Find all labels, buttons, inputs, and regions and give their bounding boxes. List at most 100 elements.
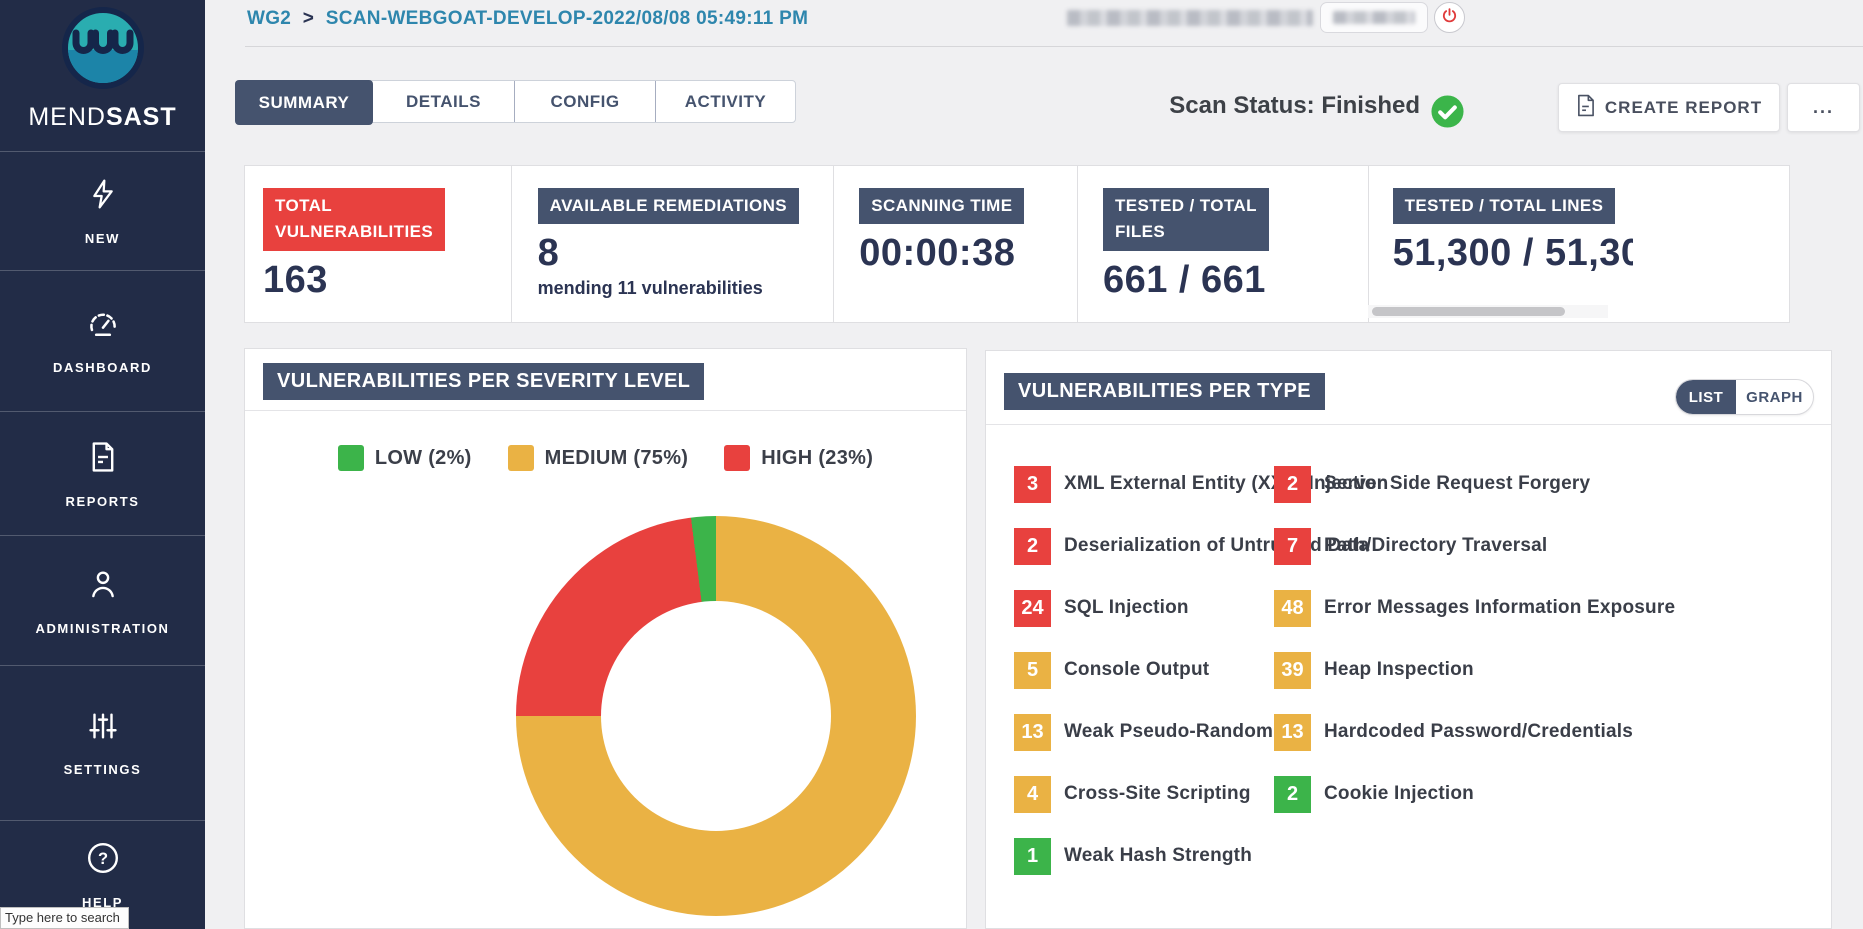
type-label: Error Messages Information Exposure <box>1324 597 1675 619</box>
sliders-icon <box>85 709 121 748</box>
sidebar-item-new[interactable]: NEW <box>0 151 205 270</box>
sidebar-menu: NEW DASHBOARD REPORTS ADMINISTRATION SETTING… <box>0 151 205 929</box>
sidebar-item-label: ADMINISTRATION <box>35 621 169 636</box>
tab-details[interactable]: DETAILS <box>373 81 515 122</box>
stat-card: TESTED / TOTALFILES 661 / 661 <box>1077 166 1368 322</box>
stat-card-value: 8 <box>538 232 818 275</box>
redacted-account-text <box>1067 10 1313 26</box>
type-count-badge: 39 <box>1274 652 1311 689</box>
type-count-badge: 1 <box>1014 838 1051 875</box>
type-panel-header: VULNERABILITIES PER TYPE LIST GRAPH <box>986 351 1831 425</box>
type-count-badge: 3 <box>1014 466 1051 503</box>
sidebar-item-settings[interactable]: SETTINGS <box>0 665 205 820</box>
type-count-badge: 48 <box>1274 590 1311 627</box>
type-row[interactable]: 39 Heap Inspection <box>1274 652 1675 714</box>
scan-tabs: SUMMARYDETAILSCONFIGACTIVITY <box>235 80 796 123</box>
type-row[interactable]: 48 Error Messages Information Exposure <box>1274 590 1675 652</box>
scan-stat-cards: TOTALVULNERABILITIES163AVAILABLE REMEDIA… <box>244 165 1790 323</box>
account-menu-button[interactable] <box>1320 2 1428 33</box>
breadcrumb-separator: > <box>297 8 320 29</box>
type-label: Heap Inspection <box>1324 659 1474 681</box>
stat-card-title: SCANNING TIME <box>859 188 1024 224</box>
type-row[interactable]: 1 Weak Hash Strength <box>1014 838 1388 900</box>
stat-card-title: TESTED / TOTALFILES <box>1103 188 1269 251</box>
help-icon: ? <box>85 840 121 881</box>
legend-label: MEDIUM (75%) <box>545 447 689 470</box>
type-row[interactable]: 2 Cookie Injection <box>1274 776 1675 838</box>
legend-swatch <box>338 445 364 471</box>
breadcrumb: WG2 > SCAN-WEBGOAT-DEVELOP-2022/08/08 05… <box>247 8 808 30</box>
more-options-button[interactable]: ... <box>1787 83 1860 132</box>
create-report-button[interactable]: CREATE REPORT <box>1558 83 1780 132</box>
sidebar-item-label: DASHBOARD <box>53 360 152 375</box>
sidebar-item-label: REPORTS <box>65 494 139 509</box>
type-count-badge: 2 <box>1274 466 1311 503</box>
type-row[interactable]: 7 Path/Directory Traversal <box>1274 528 1675 590</box>
severity-donut-chart <box>516 516 916 916</box>
severity-panel-header: VULNERABILITIES PER SEVERITY LEVEL <box>245 349 966 411</box>
legend-swatch <box>508 445 534 471</box>
tab-config[interactable]: CONFIG <box>515 81 656 122</box>
type-label: Server Side Request Forgery <box>1324 473 1590 495</box>
stat-card-value: 661 / 661 <box>1103 259 1352 302</box>
type-count-badge: 5 <box>1014 652 1051 689</box>
type-column-1: 2 Server Side Request Forgery 7 Path/Direct… <box>1274 466 1675 838</box>
sidebar: MENDSAST NEW DASHBOARD REPORTS ADMINISTRATI… <box>0 0 205 929</box>
logout-button[interactable] <box>1434 2 1465 33</box>
tab-activity[interactable]: ACTIVITY <box>656 81 795 122</box>
legend-item-low: LOW (2%) <box>338 445 472 471</box>
brand: MENDSAST <box>0 0 205 151</box>
breadcrumb-scan-name: SCAN-WEBGOAT-DEVELOP-2022/08/08 05:49:11… <box>326 8 808 29</box>
type-row[interactable]: 2 Server Side Request Forgery <box>1274 466 1675 528</box>
severity-panel-title: VULNERABILITIES PER SEVERITY LEVEL <box>263 363 704 400</box>
sidebar-item-dashboard[interactable]: DASHBOARD <box>0 270 205 411</box>
list-graph-toggle: LIST GRAPH <box>1675 379 1814 415</box>
type-count-badge: 13 <box>1014 714 1051 751</box>
gauge-icon <box>84 307 122 346</box>
stat-card-value: 00:00:38 <box>859 232 1061 275</box>
stat-card: SCANNING TIME 00:00:38 <box>833 166 1077 322</box>
sidebar-item-reports[interactable]: REPORTS <box>0 411 205 535</box>
breadcrumb-project-link[interactable]: WG2 <box>247 8 291 29</box>
sidebar-item-administration[interactable]: ADMINISTRATION <box>0 535 205 665</box>
stat-card-title: TOTALVULNERABILITIES <box>263 188 445 251</box>
sidebar-item-label: SETTINGS <box>64 762 142 777</box>
stat-card-subtext: mending 11 vulnerabilities <box>538 278 818 299</box>
legend-item-high: HIGH (23%) <box>724 445 873 471</box>
sidebar-item-label: NEW <box>85 231 120 246</box>
svg-text:?: ? <box>97 850 107 868</box>
type-label: SQL Injection <box>1064 597 1189 619</box>
stat-card-title: TESTED / TOTAL LINES <box>1393 188 1616 224</box>
type-panel: VULNERABILITIES PER TYPE LIST GRAPH 3XML… <box>985 350 1832 929</box>
type-count-badge: 2 <box>1274 776 1311 813</box>
type-label: Weak Pseudo-Random <box>1064 721 1273 743</box>
scrollbar-thumb[interactable] <box>1372 307 1565 316</box>
type-label: Path/Directory Traversal <box>1324 535 1547 557</box>
tab-summary[interactable]: SUMMARY <box>235 80 373 125</box>
severity-legend: LOW (2%) MEDIUM (75%) HIGH (23%) <box>245 445 966 471</box>
lightning-icon <box>87 176 119 217</box>
type-label: Weak Hash Strength <box>1064 845 1252 867</box>
legend-item-medium: MEDIUM (75%) <box>508 445 689 471</box>
create-report-label: CREATE REPORT <box>1605 98 1762 118</box>
legend-swatch <box>724 445 750 471</box>
redacted-username <box>1333 11 1415 24</box>
scan-status: Scan Status: Finished <box>1100 92 1420 120</box>
user-icon <box>86 566 120 607</box>
type-label: Cookie Injection <box>1324 783 1474 805</box>
toggle-list-button[interactable]: LIST <box>1676 380 1736 414</box>
check-circle-icon <box>1430 94 1465 129</box>
type-count-badge: 13 <box>1274 714 1311 751</box>
legend-label: HIGH (23%) <box>761 447 873 470</box>
power-icon <box>1441 7 1458 29</box>
toggle-graph-button[interactable]: GRAPH <box>1736 380 1813 414</box>
type-row[interactable]: 13 Hardcoded Password/Credentials <box>1274 714 1675 776</box>
type-count-badge: 7 <box>1274 528 1311 565</box>
stat-card: TESTED / TOTAL LINES51,300 / 51,30 <box>1368 166 1789 322</box>
type-count-badge: 24 <box>1014 590 1051 627</box>
cards-horizontal-scrollbar <box>1368 305 1608 318</box>
stat-card-title: AVAILABLE REMEDIATIONS <box>538 188 799 224</box>
type-label: Cross-Site Scripting <box>1064 783 1251 805</box>
report-icon <box>86 439 120 480</box>
type-label: Hardcoded Password/Credentials <box>1324 721 1633 743</box>
